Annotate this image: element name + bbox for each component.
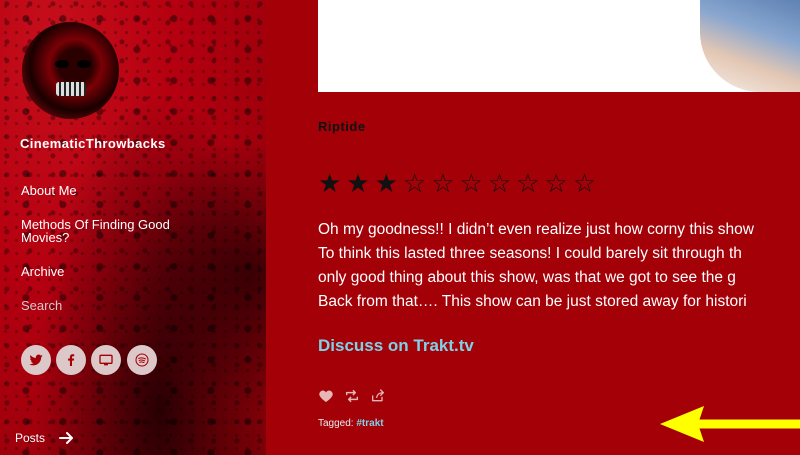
star-empty-icon: ☆ xyxy=(431,168,455,198)
star-filled-icon: ★ xyxy=(346,168,370,198)
avatar-eye xyxy=(55,60,69,68)
body-line: Oh my goodness!! I didn’t even realize j… xyxy=(318,221,754,238)
body-line: To think this lasted three seasons! I co… xyxy=(318,245,742,262)
post-image[interactable] xyxy=(318,0,800,92)
search-input[interactable]: Search xyxy=(21,298,62,313)
spotify-icon[interactable] xyxy=(127,345,157,375)
main-post: Riptide ★ ★ ★ ☆ ☆ ☆ ☆ ☆ ☆ ☆ Oh my goodness!! I di… xyxy=(266,0,800,455)
avatar[interactable] xyxy=(22,22,119,119)
star-empty-icon: ☆ xyxy=(544,168,568,198)
posts-label: Posts xyxy=(15,431,46,445)
star-empty-icon: ☆ xyxy=(487,168,512,198)
nav-item-methods[interactable]: Methods Of Finding Good Movies? xyxy=(21,218,221,244)
post-title: Riptide xyxy=(318,119,366,134)
tv-icon[interactable] xyxy=(91,345,121,375)
star-filled-icon: ★ xyxy=(374,168,398,198)
tagged-label: Tagged: xyxy=(318,418,357,429)
post-photo xyxy=(700,0,800,92)
star-empty-icon: ☆ xyxy=(516,168,540,198)
heart-icon[interactable] xyxy=(318,388,334,409)
star-filled-icon: ★ xyxy=(318,168,342,198)
annotation-arrow-icon xyxy=(660,406,800,442)
nav-item-archive[interactable]: Archive xyxy=(21,265,221,278)
nav-item-about-me[interactable]: About Me xyxy=(21,184,221,197)
post-actions xyxy=(318,388,386,409)
star-empty-icon: ☆ xyxy=(572,168,597,198)
body-line: Back from that…. This show can be just s… xyxy=(318,293,747,310)
post-tags: Tagged: #trakt xyxy=(318,418,384,429)
sidebar: CinematicThrowbacks About Me Methods Of … xyxy=(0,0,266,455)
body-line: only good thing about this show, was tha… xyxy=(318,269,736,286)
avatar-eye xyxy=(77,60,91,68)
star-empty-icon: ☆ xyxy=(459,168,483,198)
twitter-icon[interactable] xyxy=(21,345,51,375)
share-icon[interactable] xyxy=(370,388,386,409)
blog-name[interactable]: CinematicThrowbacks xyxy=(20,136,166,151)
discuss-link[interactable]: Discuss on Trakt.tv xyxy=(318,336,474,356)
avatar-mouth xyxy=(56,82,86,96)
reblog-icon[interactable] xyxy=(344,388,360,409)
arrow-right-icon xyxy=(59,432,74,444)
tag-link[interactable]: #trakt xyxy=(356,418,383,429)
facebook-icon[interactable] xyxy=(56,345,86,375)
post-body: Oh my goodness!! I didn’t even realize j… xyxy=(318,218,800,314)
star-rating: ★ ★ ★ ☆ ☆ ☆ ☆ ☆ ☆ ☆ xyxy=(318,166,596,200)
posts-link[interactable]: Posts xyxy=(15,431,75,445)
star-empty-icon: ☆ xyxy=(402,168,427,198)
